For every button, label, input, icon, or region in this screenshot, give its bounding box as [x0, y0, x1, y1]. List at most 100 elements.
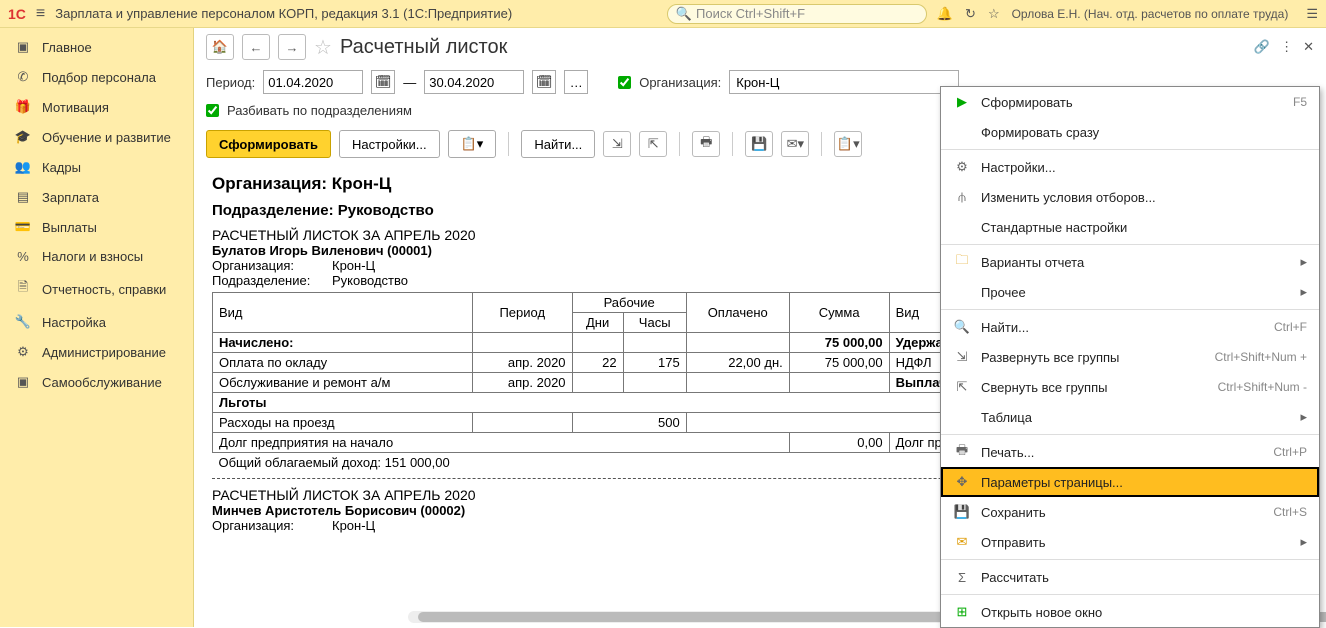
find-button[interactable]: Найти...	[521, 130, 595, 158]
logo-1c: 1C	[8, 6, 26, 22]
link-icon[interactable]: 🔗	[1254, 39, 1270, 55]
clipboard-button[interactable]: 📋▾	[834, 131, 862, 157]
nav-selfservice[interactable]: ▣Самообслуживание	[0, 367, 193, 397]
settings-dropdown[interactable]: 📋▾	[448, 130, 497, 158]
people-icon: 👥	[14, 159, 32, 175]
wallet-icon: 💳	[14, 219, 32, 235]
nav-settings[interactable]: 🔧Настройка	[0, 307, 193, 337]
more-icon[interactable]: ⋮	[1280, 39, 1293, 55]
favorite-icon[interactable]: ☆	[314, 35, 332, 60]
wrench-icon: 🔧	[14, 314, 32, 330]
menu-calc[interactable]: ΣРассчитать	[941, 562, 1319, 592]
menu-send[interactable]: ✉Отправить▸	[941, 527, 1319, 557]
bars-icon[interactable]: ☰	[1306, 6, 1318, 22]
context-menu: ▶СформироватьF5 Формировать сразу ⚙Настр…	[940, 86, 1320, 628]
form-button[interactable]: Сформировать	[206, 130, 331, 158]
nav-salary[interactable]: ▤Зарплата	[0, 182, 193, 212]
home-icon: ▣	[14, 39, 32, 55]
nav-taxes[interactable]: %Налоги и взносы	[0, 242, 193, 271]
menu-save[interactable]: 💾СохранитьCtrl+S	[941, 497, 1319, 527]
menu-variants[interactable]: 🗀Варианты отчета▸	[941, 247, 1319, 277]
org-field[interactable]	[729, 70, 959, 94]
menu-other[interactable]: Прочее▸	[941, 277, 1319, 307]
menu-form-now[interactable]: Формировать сразу	[941, 117, 1319, 147]
menu-page-params[interactable]: ✥Параметры страницы...	[941, 467, 1319, 497]
menu-collapse[interactable]: ⇱Свернуть все группыCtrl+Shift+Num -	[941, 372, 1319, 402]
split-label: Разбивать по подразделениям	[227, 103, 412, 118]
send-button[interactable]: ✉▾	[781, 131, 809, 157]
expand-icon: ⇲	[953, 349, 971, 365]
date-to-cal[interactable]: 🗓	[532, 70, 556, 94]
list-icon: ▤	[14, 189, 32, 205]
left-nav: ▣Главное ✆Подбор персонала 🎁Мотивация 🎓О…	[0, 28, 194, 627]
page-header: 🏠 ← → ☆ Расчетный листок 🔗 ⋮ ✕	[194, 28, 1326, 66]
window-icon: ⊞	[953, 604, 971, 620]
top-icons: 🔔 ↻ ☆ Орлова Е.Н. (Нач. отд. расчетов по…	[937, 6, 1318, 22]
date-to[interactable]	[424, 70, 524, 94]
app-title: Зарплата и управление персоналом КОРП, р…	[55, 6, 512, 21]
gear-icon: ⚙	[14, 344, 32, 360]
play-icon: ▶	[953, 94, 971, 110]
forward-button[interactable]: →	[278, 34, 306, 60]
funnel-icon: ⫛	[953, 189, 971, 205]
settings-button[interactable]: Настройки...	[339, 130, 440, 158]
doc-icon: 🗎	[14, 278, 32, 300]
gift-icon: 🎁	[14, 99, 32, 115]
org-checkbox[interactable]	[618, 76, 631, 89]
org-label: Организация:	[639, 75, 721, 90]
split-checkbox[interactable]	[206, 104, 219, 117]
nav-motivation[interactable]: 🎁Мотивация	[0, 92, 193, 122]
menu-new-window[interactable]: ⊞Открыть новое окно	[941, 597, 1319, 627]
history-icon[interactable]: ↻	[965, 6, 976, 22]
gear-icon: ⚙	[953, 159, 971, 175]
print-icon: 🖶	[953, 441, 971, 463]
collapse-button[interactable]: ⇱	[639, 131, 667, 157]
bell-icon[interactable]: 🔔	[937, 6, 953, 22]
menu-form[interactable]: ▶СформироватьF5	[941, 87, 1319, 117]
menu-settings[interactable]: ⚙Настройки...	[941, 152, 1319, 182]
search-input[interactable]: 🔍 Поиск Ctrl+Shift+F	[667, 4, 927, 24]
period-label: Период:	[206, 75, 255, 90]
expand-button[interactable]: ⇲	[603, 131, 631, 157]
separator	[732, 132, 733, 156]
menu-expand[interactable]: ⇲Развернуть все группыCtrl+Shift+Num +	[941, 342, 1319, 372]
close-icon[interactable]: ✕	[1303, 39, 1314, 55]
menu-std[interactable]: Стандартные настройки	[941, 212, 1319, 242]
back-button[interactable]: ←	[242, 34, 270, 60]
nav-reports[interactable]: 🗎Отчетность, справки	[0, 271, 193, 307]
separator	[508, 132, 509, 156]
save-button[interactable]: 💾	[745, 131, 773, 157]
grad-icon: 🎓	[14, 129, 32, 145]
mail-icon: ✉	[953, 534, 971, 550]
search-icon: 🔍	[676, 6, 692, 22]
menu-table[interactable]: Таблица▸	[941, 402, 1319, 432]
star-icon[interactable]: ☆	[988, 6, 1000, 22]
nav-recruit[interactable]: ✆Подбор персонала	[0, 62, 193, 92]
sigma-icon: Σ	[953, 570, 971, 585]
menu-icon[interactable]: ≡	[36, 5, 45, 23]
save-icon: 💾	[953, 504, 971, 520]
percent-icon: %	[14, 249, 32, 264]
date-from-cal[interactable]: 🗓	[371, 70, 395, 94]
search-icon: 🔍	[953, 319, 971, 335]
separator	[679, 132, 680, 156]
collapse-icon: ⇱	[953, 379, 971, 395]
user-label[interactable]: Орлова Е.Н. (Нач. отд. расчетов по оплат…	[1012, 7, 1295, 21]
home-button[interactable]: 🏠	[206, 34, 234, 60]
menu-print[interactable]: 🖶Печать...Ctrl+P	[941, 437, 1319, 467]
page-title: Расчетный листок	[340, 36, 507, 59]
phone-icon: ✆	[14, 69, 32, 85]
nav-learning[interactable]: 🎓Обучение и развитие	[0, 122, 193, 152]
nav-payments[interactable]: 💳Выплаты	[0, 212, 193, 242]
menu-filters[interactable]: ⫛Изменить условия отборов...	[941, 182, 1319, 212]
separator	[821, 132, 822, 156]
date-from[interactable]	[263, 70, 363, 94]
menu-find[interactable]: 🔍Найти...Ctrl+F	[941, 312, 1319, 342]
period-picker[interactable]: …	[564, 70, 588, 94]
folder-icon: 🗀	[953, 251, 971, 273]
nav-hr[interactable]: 👥Кадры	[0, 152, 193, 182]
self-icon: ▣	[14, 374, 32, 390]
nav-main[interactable]: ▣Главное	[0, 32, 193, 62]
print-button[interactable]: 🖶	[692, 131, 720, 157]
nav-admin[interactable]: ⚙Администрирование	[0, 337, 193, 367]
